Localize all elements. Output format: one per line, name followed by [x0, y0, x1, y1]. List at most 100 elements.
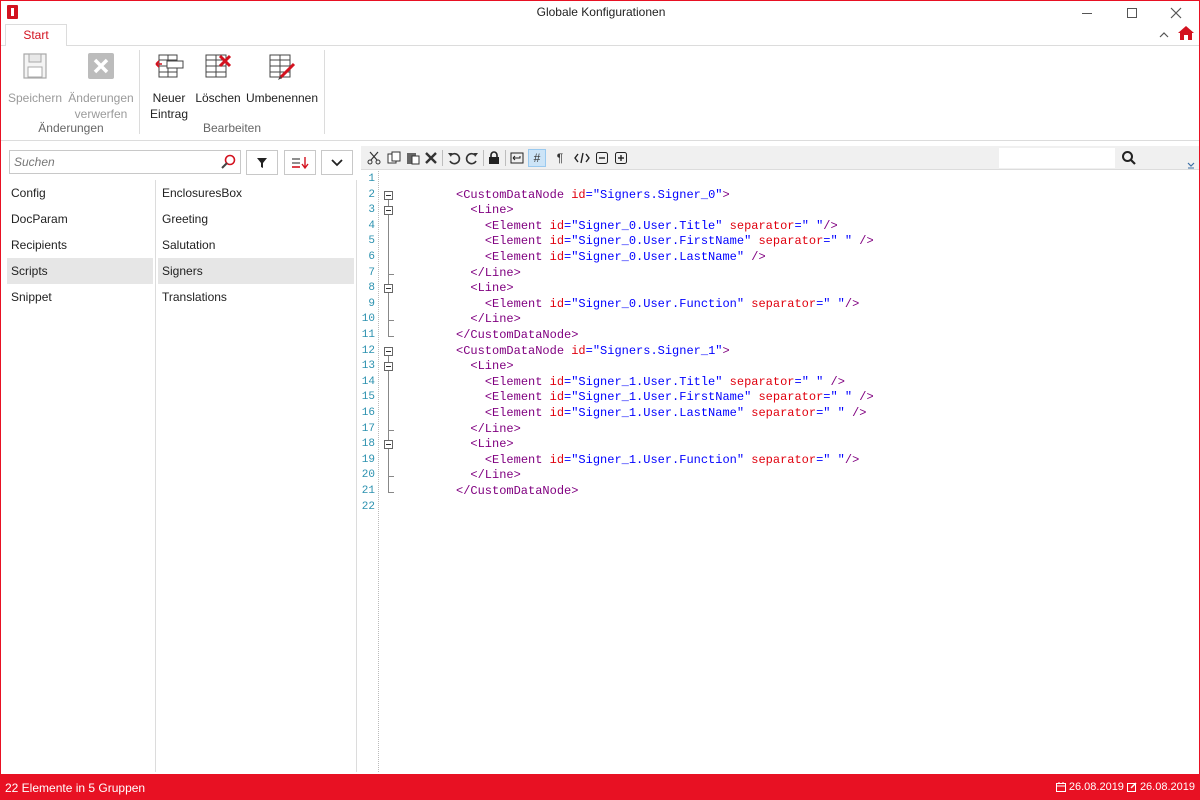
code-text: <Element id="Signer_1.User.LastName" sep…: [484, 406, 867, 420]
modified-date: 26.08.2019: [1139, 781, 1195, 793]
rename-icon: [269, 54, 296, 80]
line-number: 15: [361, 391, 375, 404]
code-line[interactable]: 10 </Line>: [361, 312, 1191, 328]
search-icon[interactable]: [1121, 150, 1137, 166]
fold-toggle-icon[interactable]: [384, 206, 393, 216]
group-item-scripts[interactable]: Scripts: [7, 258, 153, 284]
line-number: 7: [368, 266, 375, 279]
fold-toggle-icon[interactable]: [384, 284, 393, 294]
line-number: 10: [361, 313, 375, 326]
group-item-docparam[interactable]: DocParam: [7, 206, 153, 232]
save-button[interactable]: Speichern: [7, 50, 63, 106]
window-title: Globale Konfigurationen: [536, 5, 666, 19]
code-line[interactable]: 9 <Element id="Signer_0.User.Function" s…: [361, 297, 1191, 313]
code-line[interactable]: 3 <Line>: [361, 203, 1191, 219]
tab-start[interactable]: Start: [5, 24, 67, 47]
show-whitespace-button[interactable]: ¶: [551, 149, 569, 167]
code-line[interactable]: 12 <CustomDataNode id="Signers.Signer_1">: [361, 344, 1191, 360]
code-line[interactable]: 17 </Line>: [361, 422, 1191, 438]
line-numbers-button[interactable]: #: [528, 149, 546, 167]
home-icon[interactable]: [1177, 25, 1195, 41]
hash-icon: #: [533, 151, 541, 165]
code-line[interactable]: 4 <Element id="Signer_0.User.Title" sepa…: [361, 219, 1191, 235]
code-line[interactable]: 7 </Line>: [361, 266, 1191, 282]
fold-toggle-icon[interactable]: [384, 346, 393, 356]
code-line[interactable]: 22: [361, 500, 1191, 516]
status-dates: 26.08.2019 26.08.2019: [1055, 781, 1195, 793]
code-line[interactable]: 5 <Element id="Signer_0.User.FirstName" …: [361, 234, 1191, 250]
entry-item-enclosuresbox[interactable]: EnclosuresBox: [158, 180, 354, 206]
maximize-icon: [1127, 8, 1137, 18]
line-number: 4: [368, 219, 375, 232]
filter-button[interactable]: [246, 150, 278, 175]
code-line[interactable]: 14 <Element id="Signer_1.User.Title" sep…: [361, 375, 1191, 391]
new-entry-label-line1: Neuer: [152, 91, 186, 105]
line-number: 12: [361, 344, 375, 357]
code-line[interactable]: 20 </Line>: [361, 468, 1191, 484]
expand-all-icon: [615, 152, 627, 164]
delete-text-icon: [425, 152, 437, 164]
editor-toolbar: # ¶: [361, 146, 1199, 170]
expand-all-button[interactable]: [612, 149, 630, 167]
fold-end-mark: [388, 336, 394, 337]
group-item-snippet[interactable]: Snippet: [7, 284, 153, 310]
new-entry-button[interactable]: Neuer Eintrag: [147, 50, 191, 122]
scroll-down-icon[interactable]: [1187, 161, 1195, 169]
fold-end-mark: [388, 429, 394, 431]
paste-button[interactable]: [404, 149, 422, 167]
discard-label-line1: Änderungen: [68, 91, 134, 105]
delete-button[interactable]: Löschen: [195, 50, 241, 106]
word-wrap-button[interactable]: [508, 149, 526, 167]
code-line[interactable]: 2 <CustomDataNode id="Signers.Signer_0">: [361, 188, 1191, 204]
code-line[interactable]: 13 <Line>: [361, 359, 1191, 375]
lock-button[interactable]: [485, 149, 503, 167]
code-line[interactable]: 21 </CustomDataNode>: [361, 484, 1191, 500]
collapse-ribbon-icon[interactable]: [1159, 30, 1169, 40]
undo-button[interactable]: [445, 149, 463, 167]
code-line[interactable]: 19 <Element id="Signer_1.User.Function" …: [361, 453, 1191, 469]
code-line[interactable]: 11 </CustomDataNode>: [361, 328, 1191, 344]
expand-options-button[interactable]: [321, 150, 353, 175]
copy-button[interactable]: [385, 149, 403, 167]
delete-text-button[interactable]: [422, 149, 440, 167]
redo-button[interactable]: [463, 149, 481, 167]
code-line[interactable]: 8 <Line>: [361, 281, 1191, 297]
close-button[interactable]: [1153, 1, 1199, 25]
toolbar-separator: [505, 150, 506, 166]
code-line[interactable]: 6 <Element id="Signer_0.User.LastName" /…: [361, 250, 1191, 266]
line-number: 2: [368, 188, 375, 201]
code-line[interactable]: 1: [361, 172, 1191, 188]
line-number: 8: [368, 282, 375, 295]
line-number: 11: [361, 329, 375, 341]
code-text: <Element id="Signer_1.User.Function" sep…: [484, 452, 860, 467]
collapse-all-icon: [596, 152, 608, 164]
fold-toggle-icon[interactable]: [384, 190, 393, 200]
group-label-changes: Änderungen: [38, 121, 104, 135]
code-line[interactable]: 16 <Element id="Signer_1.User.LastName" …: [361, 406, 1191, 422]
maximize-button[interactable]: [1109, 1, 1155, 25]
entry-item-signers[interactable]: Signers: [158, 258, 354, 284]
sort-button[interactable]: [284, 150, 316, 175]
rename-button[interactable]: Umbenennen: [245, 50, 319, 106]
fold-toggle-icon[interactable]: [384, 440, 393, 450]
copy-icon: [387, 151, 401, 164]
code-line[interactable]: 15 <Element id="Signer_1.User.FirstName"…: [361, 390, 1191, 406]
search-field[interactable]: [9, 150, 241, 174]
group-item-recipients[interactable]: Recipients: [7, 232, 153, 258]
cut-button[interactable]: [365, 149, 383, 167]
code-line[interactable]: 18 <Line>: [361, 437, 1191, 453]
editor-search-input[interactable]: [999, 148, 1115, 168]
status-summary: 22 Elemente in 5 Gruppen: [5, 781, 146, 795]
discard-changes-button[interactable]: Änderungen verwerfen: [67, 50, 135, 122]
collapse-all-button[interactable]: [593, 149, 611, 167]
line-number: 9: [368, 297, 375, 310]
search-input[interactable]: [10, 151, 210, 173]
entry-item-translations[interactable]: Translations: [158, 284, 354, 310]
group-item-config[interactable]: Config: [7, 180, 153, 206]
search-icon[interactable]: [220, 154, 236, 170]
entry-item-salutation[interactable]: Salutation: [158, 232, 354, 258]
format-code-button[interactable]: [573, 149, 591, 167]
minimize-button[interactable]: [1064, 1, 1110, 25]
fold-toggle-icon[interactable]: [384, 362, 393, 372]
entry-item-greeting[interactable]: Greeting: [158, 206, 354, 232]
